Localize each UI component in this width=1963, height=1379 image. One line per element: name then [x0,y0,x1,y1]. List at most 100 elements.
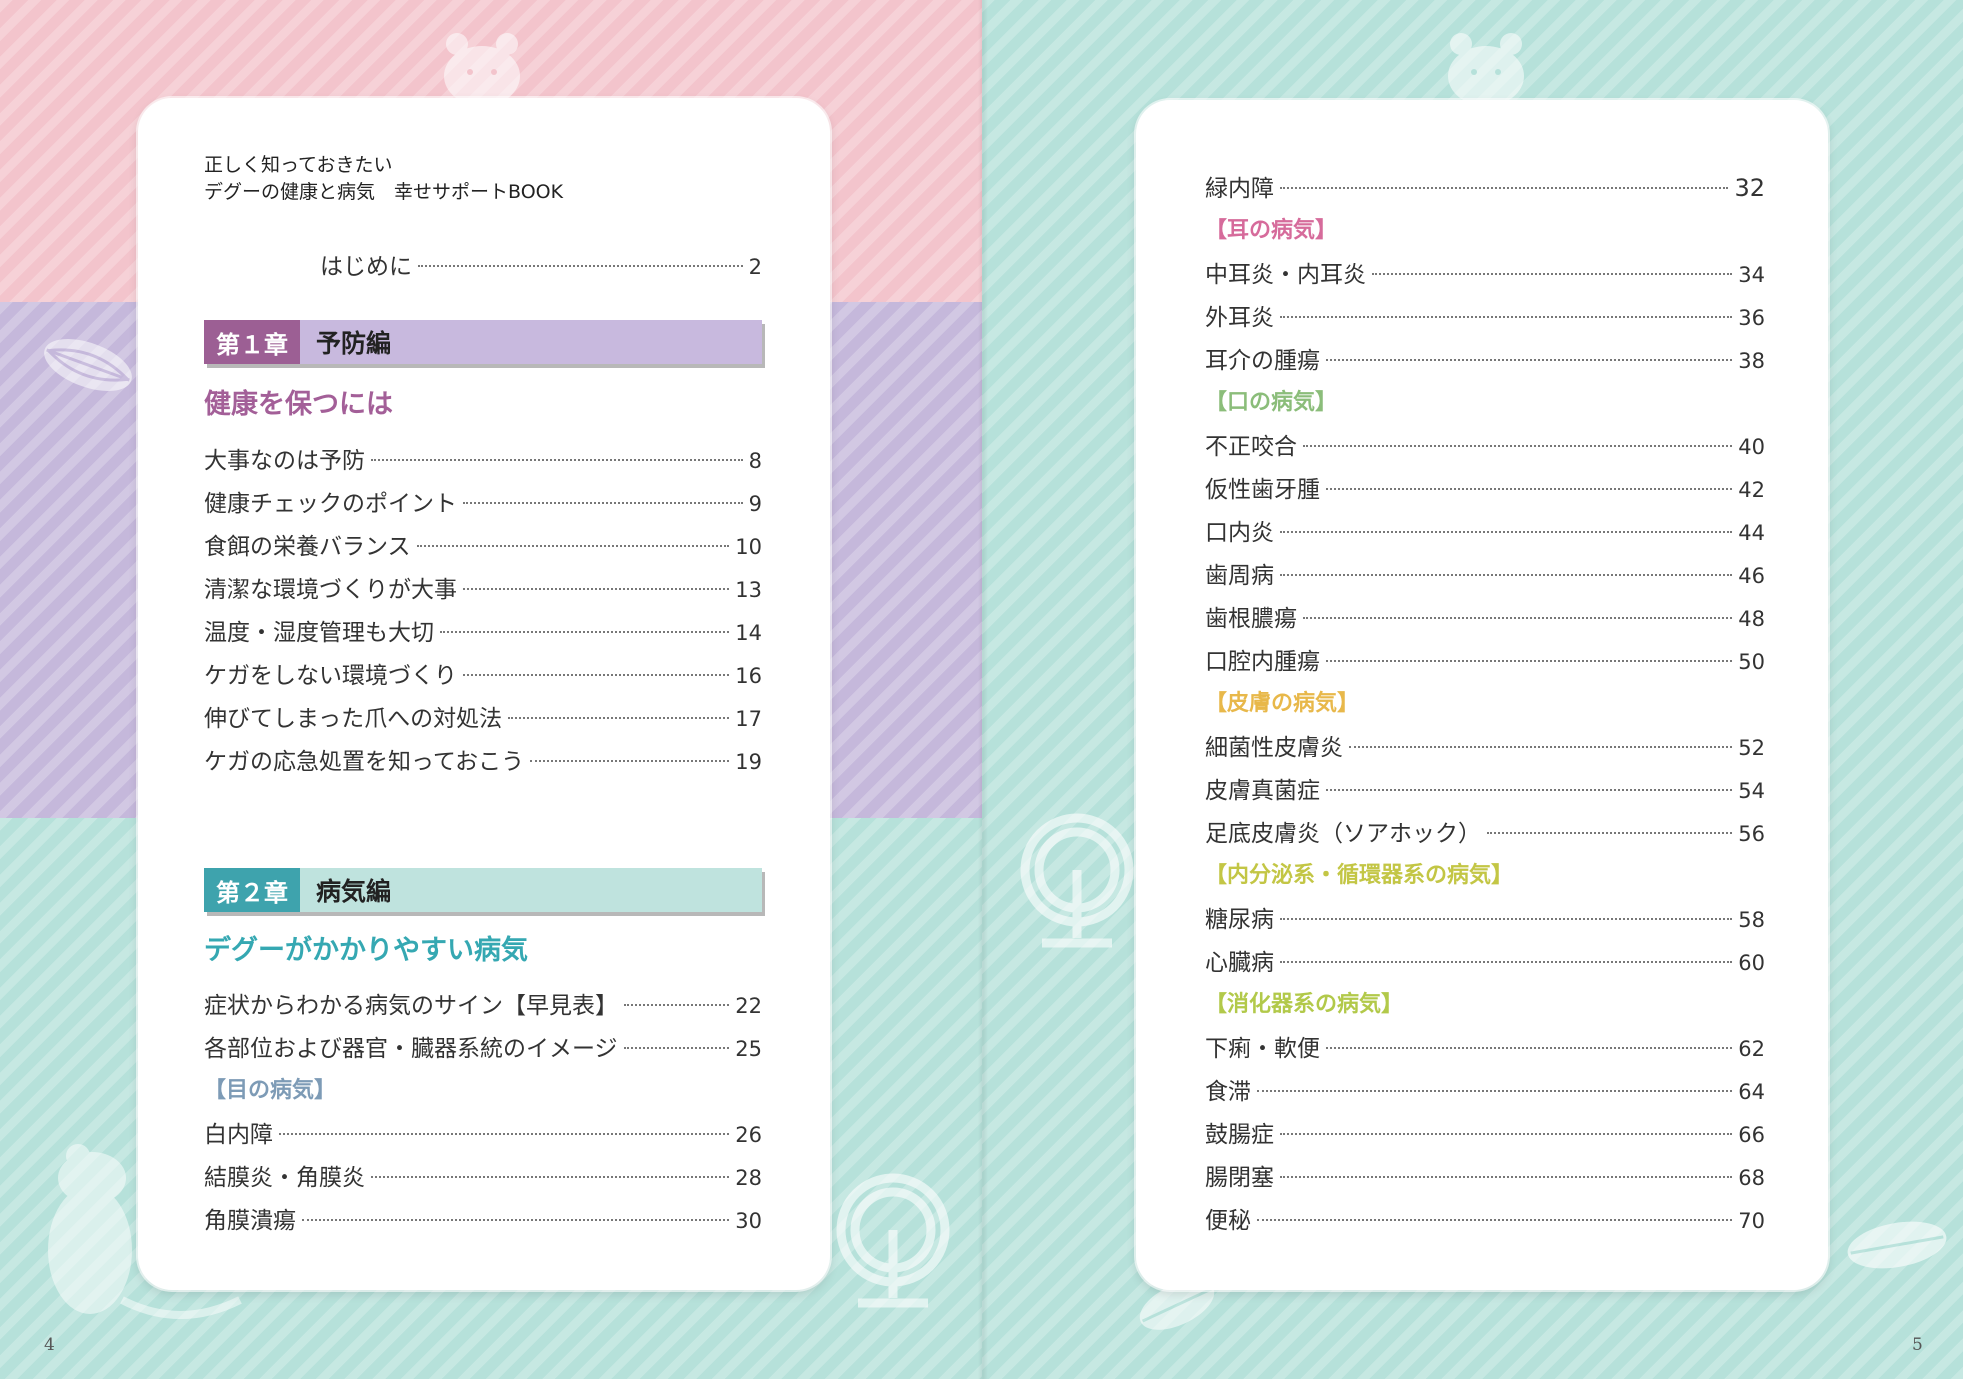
book-title-line1: 正しく知っておきたい [204,154,393,176]
leader-dots [1280,918,1733,920]
toc-entry-page: 62 [1738,1037,1765,1061]
toc-entry-label: 不正咬合 [1205,434,1297,460]
toc-entry-page: 46 [1738,564,1765,588]
toc-entry[interactable]: 仮性歯牙腫 42 [1205,470,1765,504]
toc-entry-label: 症状からわかる病気のサイン【早見表】 [204,993,618,1019]
toc-entry[interactable]: 症状からわかる病気のサイン【早見表】 22 [204,986,762,1020]
left-page: 正しく知っておきたい デグーの健康と病気 幸せサポートBOOK はじめに 2 第… [0,0,982,1379]
toc-entry[interactable]: 緑内障 32 [1205,169,1765,203]
chapter-number: 第１章 [204,320,300,364]
toc-entry-page: 44 [1738,521,1765,545]
toc-entry-label: 口内炎 [1205,520,1274,546]
toc-entry[interactable]: 不正咬合 40 [1205,427,1765,461]
section-heading: 健康を保つには [204,389,393,420]
leader-dots [530,760,730,762]
leader-dots [1280,531,1733,533]
toc-entry[interactable]: 細菌性皮膚炎 52 [1205,728,1765,762]
toc-entry[interactable]: 食餌の栄養バランス 10 [204,527,762,561]
toc-entry-label: 各部位および器官・臓器系統のイメージ [204,1036,618,1062]
toc-entry-page: 68 [1738,1166,1765,1190]
toc-entry[interactable]: 下痢・軟便 62 [1205,1029,1765,1063]
toc-entry-page: 60 [1738,951,1765,975]
toc-entry-page: 25 [735,1037,762,1061]
toc-entry-page: 50 [1738,650,1765,674]
category-mouth: 【口の病気】 [1205,390,1338,415]
toc-entry[interactable]: 大事なのは予防 8 [204,441,762,475]
toc-entry[interactable]: 歯周病 46 [1205,556,1765,590]
toc-entry[interactable]: 便秘 70 [1205,1201,1765,1235]
toc-entry-label: 皮膚真菌症 [1205,778,1320,804]
leader-dots [508,717,730,719]
toc-entry[interactable]: ケガの応急処置を知っておこう 19 [204,742,762,776]
toc-entry-label: 便秘 [1205,1208,1251,1234]
hamster-icon [444,33,520,104]
toc-entry[interactable]: 中耳炎・内耳炎 34 [1205,255,1765,289]
toc-entry[interactable]: 食滞 64 [1205,1072,1765,1106]
toc-entry-label: 清潔な環境づくりが大事 [204,577,457,603]
toc-entry[interactable]: 糖尿病 58 [1205,900,1765,934]
toc-entry[interactable]: 足底皮膚炎（ソアホック） 56 [1205,814,1765,848]
toc-entry-page: 40 [1738,435,1765,459]
toc-entry-label: 食滞 [1205,1079,1251,1105]
chapter-number: 第２章 [204,868,300,912]
leader-dots [1280,961,1733,963]
category-endocrine-circulatory: 【内分泌系・循環器系の病気】 [1205,863,1514,888]
toc-entry-label: 足底皮膚炎（ソアホック） [1205,821,1481,847]
toc-entry[interactable]: ケガをしない環境づくり 16 [204,656,762,690]
toc-entry[interactable]: 白内障 26 [204,1115,762,1149]
toc-entry-page: 10 [735,535,762,559]
toc-entry[interactable]: 清潔な環境づくりが大事 13 [204,570,762,604]
toc-entry-page: 16 [735,664,762,688]
toc-entry-label: 歯根膿瘍 [1205,606,1297,632]
sunflower-seed-icon [1847,1221,1947,1269]
toc-entry[interactable]: 伸びてしまった爪への対処法 17 [204,699,762,733]
toc-entry-label: 食餌の栄養バランス [204,534,411,560]
leader-dots [1257,1090,1733,1092]
book-spine [978,0,988,1379]
leader-dots [1280,1176,1733,1178]
toc-entry[interactable]: 腸閉塞 68 [1205,1158,1765,1192]
toc-entry-label: 大事なのは予防 [204,448,365,474]
toc-entry[interactable]: 健康チェックのポイント 9 [204,484,762,518]
toc-entry[interactable]: 口内炎 44 [1205,513,1765,547]
chapter-name: 予防編 [316,329,392,358]
chapter-2-banner: 第２章 病気編 [204,868,762,912]
toc-entry-page: 70 [1738,1209,1765,1233]
toc-entry-label: 中耳炎・内耳炎 [1205,262,1366,288]
hamster-wheel-icon [836,1173,950,1308]
book-title: 正しく知っておきたい デグーの健康と病気 幸せサポートBOOK [204,152,563,206]
toc-entry[interactable]: 心臓病 60 [1205,943,1765,977]
toc-entry-intro[interactable]: はじめに 2 [320,247,762,281]
toc-entry-page: 14 [735,621,762,645]
leader-dots [463,588,730,590]
leader-dots [1372,273,1733,275]
toc-entry-page: 42 [1738,478,1765,502]
leader-dots [1349,746,1733,748]
category-digestive: 【消化器系の病気】 [1205,992,1404,1017]
toc-entry-label: 健康チェックのポイント [204,491,457,517]
toc-entry-page: 2 [748,255,762,279]
toc-entry[interactable]: 角膜潰瘍 30 [204,1201,762,1235]
toc-entry[interactable]: 皮膚真菌症 54 [1205,771,1765,805]
leader-dots [302,1219,730,1221]
toc-entry-page: 36 [1738,306,1765,330]
leader-dots [1326,660,1733,662]
leader-dots [463,674,730,676]
toc-entry[interactable]: 結膜炎・角膜炎 28 [204,1158,762,1192]
toc-entry[interactable]: 外耳炎 36 [1205,298,1765,332]
toc-entry[interactable]: 耳介の腫瘍 38 [1205,341,1765,375]
leader-dots [1326,789,1733,791]
toc-entry-page: 32 [1734,174,1765,202]
toc-entry-label: 歯周病 [1205,563,1274,589]
toc-entry[interactable]: 口腔内腫瘍 50 [1205,642,1765,676]
toc-entry[interactable]: 各部位および器官・臓器系統のイメージ 25 [204,1029,762,1063]
toc-entry[interactable]: 歯根膿瘍 48 [1205,599,1765,633]
toc-entry-page: 19 [735,750,762,774]
toc-entry[interactable]: 鼓腸症 66 [1205,1115,1765,1149]
page-number-left: 4 [44,1335,55,1355]
toc-entry[interactable]: 温度・湿度管理も大切 14 [204,613,762,647]
leader-dots [1326,1047,1733,1049]
toc-entry-page: 26 [735,1123,762,1147]
hamster-wheel-icon [1020,813,1134,948]
leader-dots [1326,359,1733,361]
